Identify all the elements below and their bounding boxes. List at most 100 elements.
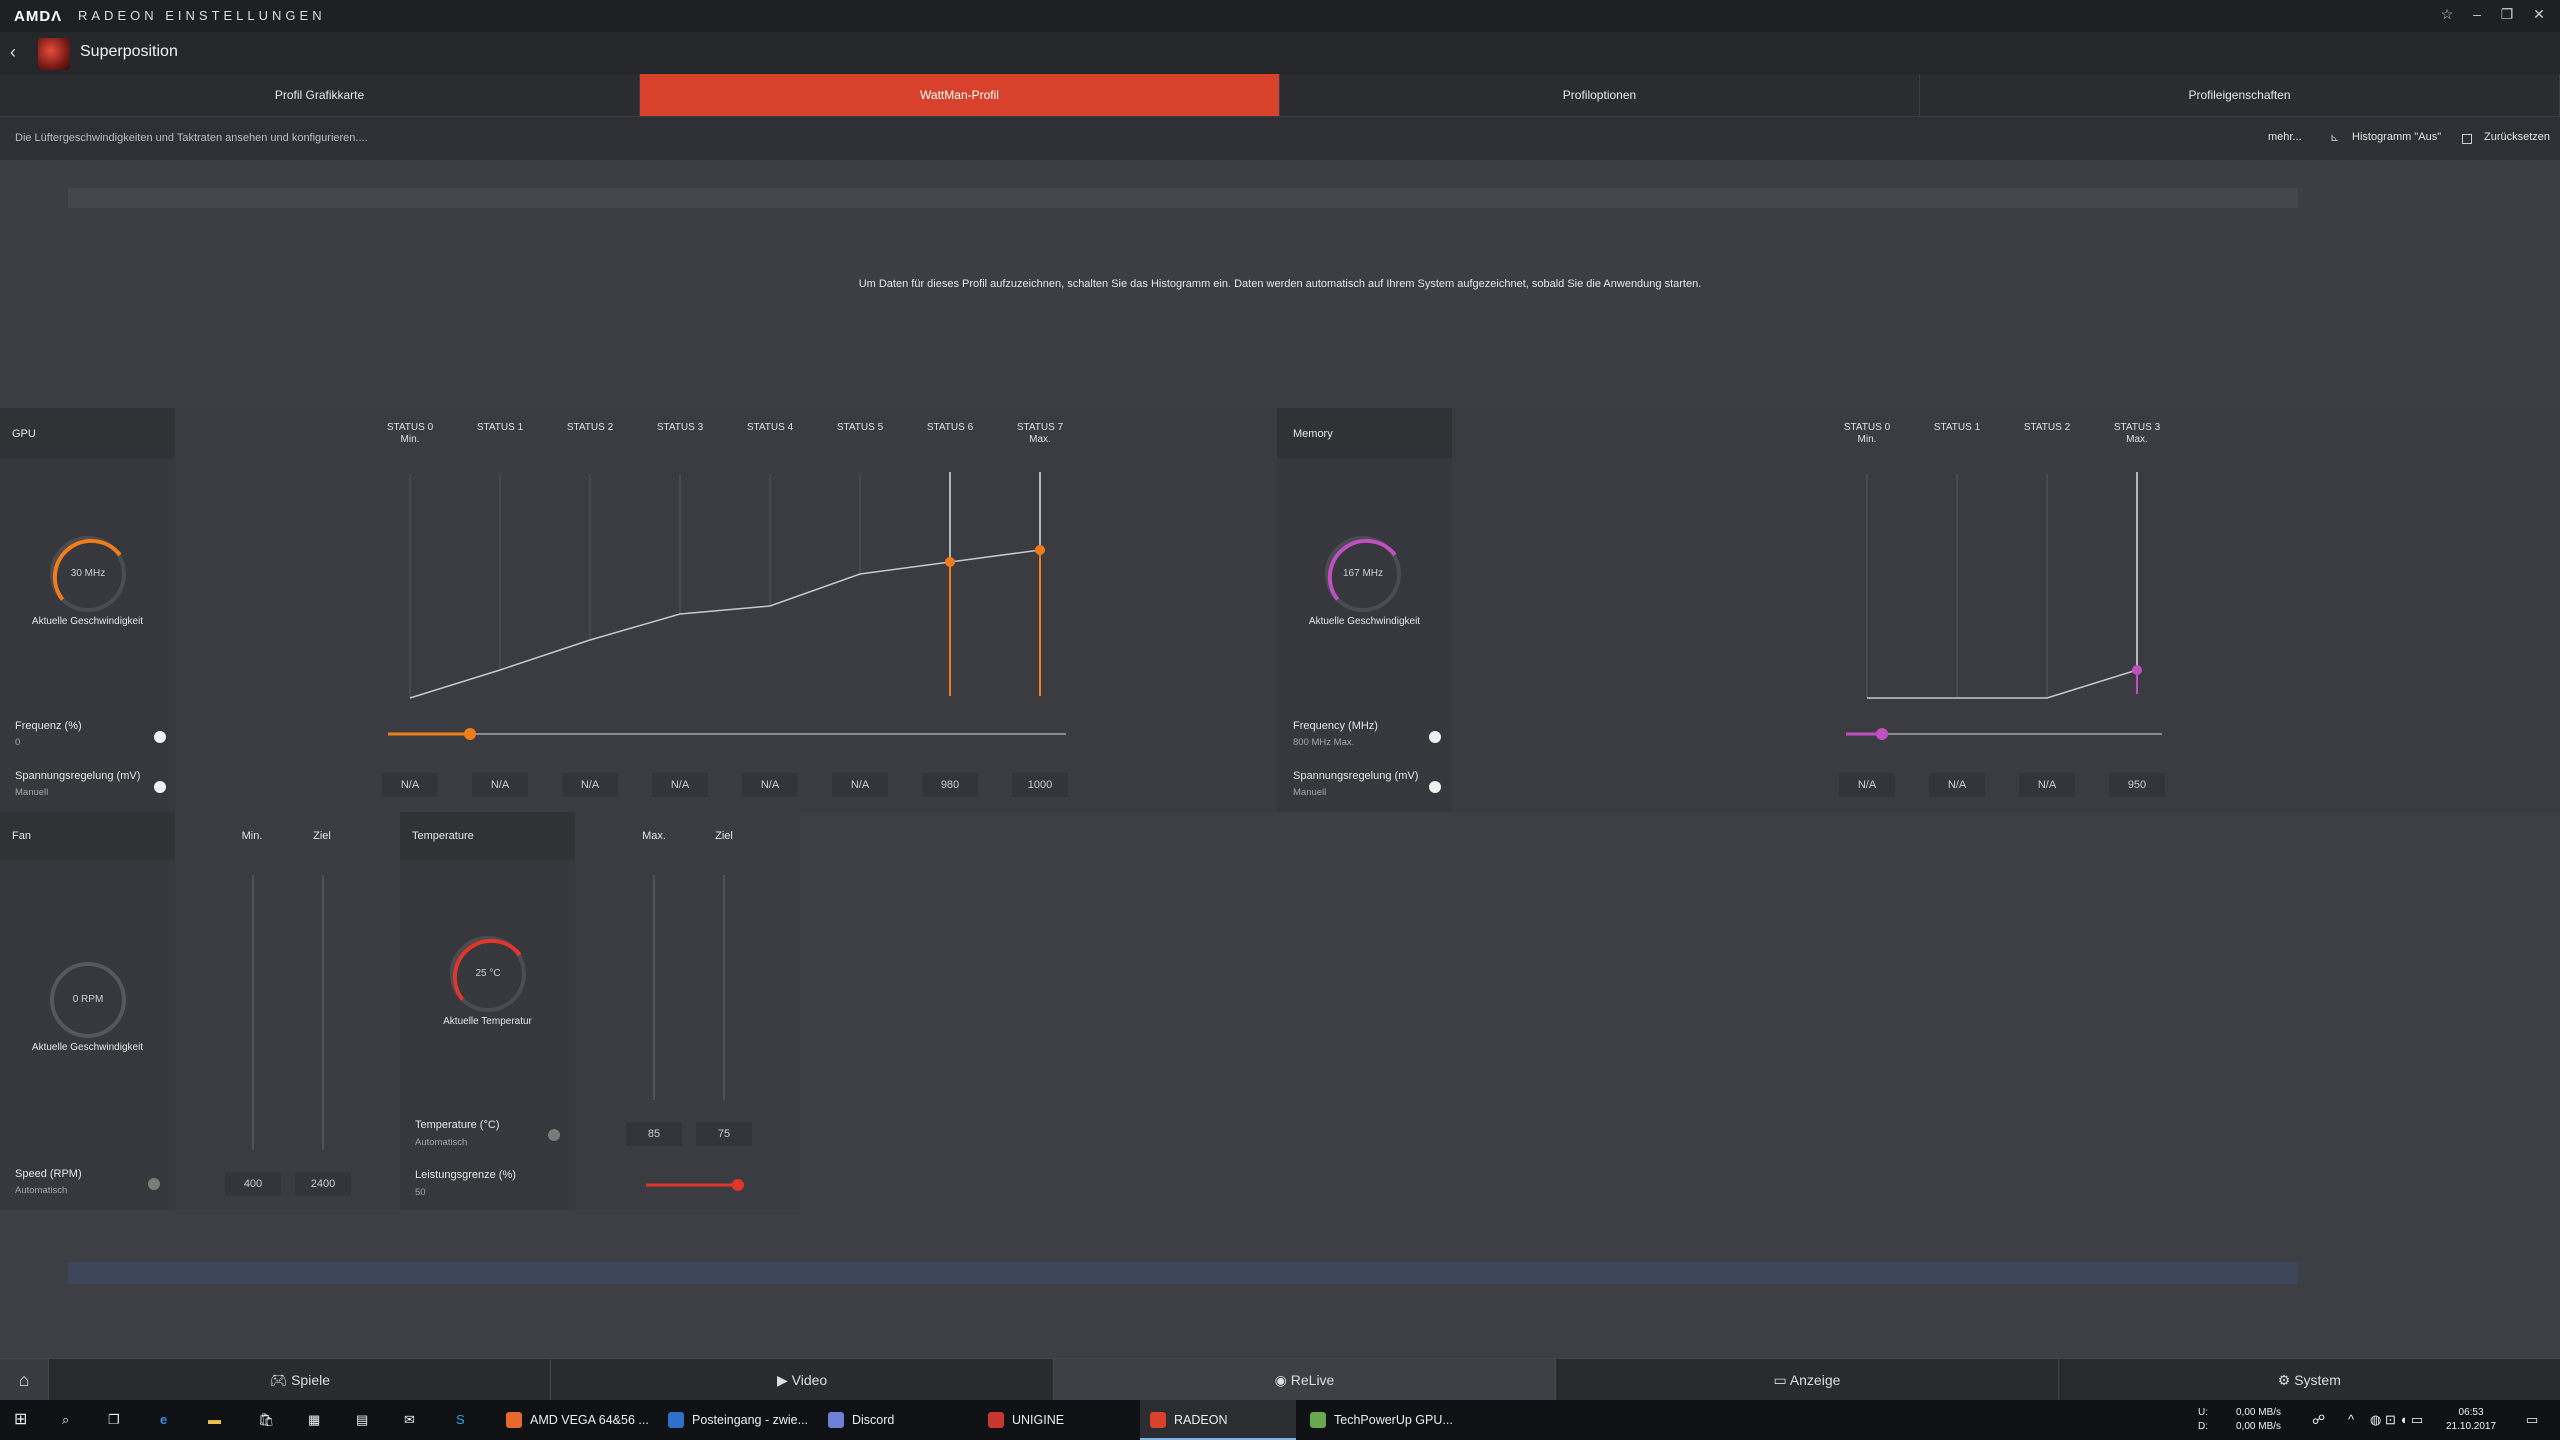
temperature-gauge-value: 25 °C: [475, 968, 501, 979]
memory-frequency-slider[interactable]: [1840, 724, 2170, 744]
memory-voltage-box[interactable]: N/A: [1839, 773, 1895, 797]
notifications-icon[interactable]: ▭: [2526, 1400, 2538, 1440]
taskbar-task[interactable]: Discord: [818, 1400, 974, 1440]
gpu-voltage-box[interactable]: 980: [922, 773, 978, 797]
task-view-icon[interactable]: ❐: [108, 1400, 120, 1440]
gpu-voltage-box[interactable]: N/A: [742, 773, 798, 797]
fan-col-target: Ziel: [313, 830, 331, 842]
background-blur: [68, 188, 2298, 208]
reset-button[interactable]: Zurücksetzen: [2484, 131, 2550, 143]
fan-target-slider[interactable]: [322, 875, 324, 1150]
slider-handle[interactable]: [464, 728, 476, 740]
taskbar-task[interactable]: RADEON EINSTELL...: [1140, 1400, 1296, 1440]
memory-voltage-box[interactable]: N/A: [1929, 773, 1985, 797]
search-icon[interactable]: ⌕: [62, 1400, 69, 1440]
gpu-voltage-box[interactable]: N/A: [652, 773, 708, 797]
tab-profiloptionen[interactable]: Profiloptionen: [1280, 74, 1920, 116]
edge-icon[interactable]: e: [160, 1400, 167, 1440]
memory-voltage-row: Spannungsregelung (mV) Manuell: [1277, 762, 1452, 812]
tab-wattman-profil[interactable]: WattMan-Profil: [640, 74, 1280, 116]
nav-system-label: System: [2294, 1372, 2341, 1388]
net-upload-value: 0,00 MB/s: [2236, 1407, 2282, 1418]
task-label: AMD VEGA 64&56 ...: [530, 1413, 649, 1427]
taskbar-task[interactable]: Posteingang - zwie...: [658, 1400, 814, 1440]
fan-speed-toggle[interactable]: [148, 1178, 160, 1190]
tray-icons[interactable]: ◍ ⊡ ◖ ▭: [2370, 1400, 2423, 1440]
title-bar: AMDΛ RADEON EINSTELLUNGEN ☆ – ❐ ✕: [0, 0, 2560, 32]
temperature-max-value[interactable]: 85: [626, 1122, 682, 1146]
histogram-toggle[interactable]: Histogramm "Aus": [2352, 131, 2441, 143]
profile-title: Superposition: [80, 43, 178, 60]
more-link[interactable]: mehr...: [2268, 131, 2302, 143]
store-icon[interactable]: 🛍︎: [258, 1400, 275, 1440]
nav-anzeige[interactable]: ▭ Anzeige: [1555, 1359, 2057, 1401]
gpu-state-point: [945, 557, 955, 567]
temperature-target-slider[interactable]: [723, 875, 725, 1100]
fan-min-slider[interactable]: [252, 875, 254, 1150]
gpu-voltage-label: Spannungsregelung (mV): [15, 770, 141, 782]
taskbar-task[interactable]: AMD VEGA 64&56 ...: [496, 1400, 652, 1440]
mail-icon[interactable]: ✉: [404, 1400, 415, 1440]
memory-voltage-toggle[interactable]: [1429, 781, 1441, 793]
tray-chevron-icon[interactable]: ^: [2348, 1400, 2354, 1440]
nav-relive[interactable]: ◉ ReLive: [1052, 1359, 1556, 1401]
reset-icon: [2462, 134, 2472, 144]
home-icon[interactable]: ⌂: [0, 1359, 48, 1401]
minimize-icon[interactable]: –: [2466, 6, 2488, 26]
clock[interactable]: 06:53 21.10.2017: [2446, 1400, 2496, 1440]
power-limit-slider[interactable]: [640, 1175, 760, 1195]
gpu-frequency-toggle[interactable]: [154, 731, 166, 743]
temperature-setting-row: Temperature (°C) Automatisch: [400, 1110, 575, 1160]
slider-handle[interactable]: [1876, 728, 1888, 740]
temperature-toggle[interactable]: [548, 1129, 560, 1141]
star-icon[interactable]: ☆: [2436, 6, 2458, 26]
windows-start-icon[interactable]: ⊞: [14, 1400, 27, 1440]
back-arrow-icon[interactable]: ‹: [10, 42, 16, 63]
nav-anzeige-label: Anzeige: [1789, 1372, 1841, 1388]
task-label: TechPowerUp GPU...: [1334, 1413, 1453, 1427]
windows-taskbar: ⊞ ⌕ ❐ e ▬ 🛍︎ ▦ ▤ ✉ S AMD VEGA 64&56 ... P…: [0, 1400, 2560, 1440]
memory-voltage-mode: Manuell: [1293, 787, 1327, 798]
fan-target-value[interactable]: 2400: [295, 1172, 351, 1196]
memory-voltage-box[interactable]: 950: [2109, 773, 2165, 797]
gpu-voltage-box[interactable]: N/A: [382, 773, 438, 797]
skype-icon[interactable]: S: [456, 1400, 465, 1440]
gpu-voltage-box[interactable]: 1000: [1012, 773, 1068, 797]
temperature-max-slider[interactable]: [653, 875, 655, 1100]
gpu-voltage-box[interactable]: N/A: [562, 773, 618, 797]
gpu-gauge-label: Aktuelle Geschwindigkeit: [31, 616, 144, 627]
calendar-icon[interactable]: ▦: [308, 1400, 320, 1440]
net-meter: 0,00 MB/s 0,00 MB/s: [2236, 1400, 2281, 1440]
gpu-frequency-label: Frequenz (%): [15, 720, 82, 732]
file-explorer-icon[interactable]: ▬: [208, 1400, 221, 1440]
gpu-frequency-slider[interactable]: [380, 724, 1080, 744]
gpu-voltage-box[interactable]: N/A: [472, 773, 528, 797]
calculator-icon[interactable]: ▤: [356, 1400, 368, 1440]
gpu-status-title: STATUS 1: [476, 422, 524, 433]
superposition-app-icon: [38, 38, 70, 70]
power-limit-label: Leistungsgrenze (%): [415, 1169, 516, 1181]
taskbar-task[interactable]: TechPowerUp GPU...: [1300, 1400, 1460, 1440]
net-labels: U: D:: [2198, 1400, 2208, 1440]
gpu-voltage-box[interactable]: N/A: [832, 773, 888, 797]
tab-profil-grafikkarte[interactable]: Profil Grafikkarte: [0, 74, 640, 116]
task-app-icon: [828, 1412, 844, 1428]
people-icon[interactable]: ☍: [2312, 1400, 2325, 1440]
gpu-voltage-toggle[interactable]: [154, 781, 166, 793]
slider-handle[interactable]: [732, 1179, 744, 1191]
restore-icon[interactable]: ❐: [2496, 6, 2518, 26]
nav-system[interactable]: ⚙ System: [2057, 1359, 2560, 1401]
memory-frequency-toggle[interactable]: [1429, 731, 1441, 743]
nav-spiele[interactable]: 🎮︎ Spiele: [48, 1359, 550, 1401]
taskbar-task[interactable]: UNIGINE Superposi...: [978, 1400, 1134, 1440]
memory-voltage-box[interactable]: N/A: [2019, 773, 2075, 797]
memory-frequency-value: 800 MHz Max.: [1293, 737, 1355, 748]
tab-profileigenschaften[interactable]: Profileigenschaften: [1920, 74, 2560, 116]
nav-video-label: Video: [791, 1372, 828, 1388]
gpu-status-label: STATUS 0 Min.: [370, 422, 450, 446]
temperature-target-value[interactable]: 75: [696, 1122, 752, 1146]
fan-min-value[interactable]: 400: [225, 1172, 281, 1196]
close-icon[interactable]: ✕: [2528, 6, 2550, 26]
memory-status-label: STATUS 3 Max.: [2097, 422, 2177, 446]
nav-video[interactable]: ▶ Video: [550, 1359, 1052, 1401]
